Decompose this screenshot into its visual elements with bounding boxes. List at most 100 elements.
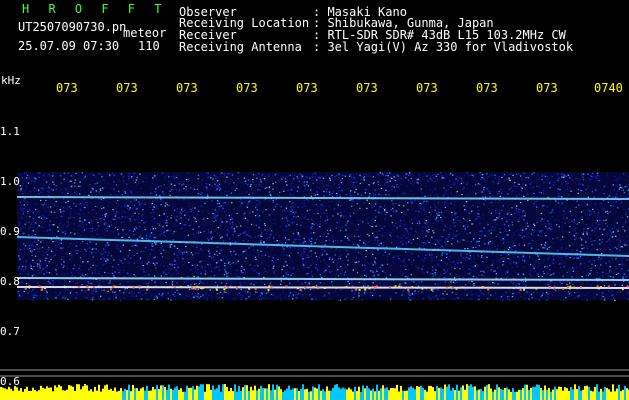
noise-speck [223, 272, 226, 274]
noise-speck [544, 276, 547, 278]
noise-speck [60, 239, 63, 241]
noise-speck [31, 289, 33, 291]
noise-speck [228, 208, 230, 211]
noise-speck [407, 276, 409, 278]
noise-speck [466, 294, 468, 296]
noise-speck [452, 233, 455, 235]
noise-speck [156, 296, 158, 298]
noise-speck [59, 267, 62, 269]
noise-speck [159, 250, 161, 252]
noise-speck [20, 282, 22, 284]
noise-speck [214, 183, 216, 185]
noise-speck [361, 282, 363, 284]
noise-speck [76, 252, 78, 254]
noise-speck [364, 290, 366, 293]
noise-speck [380, 187, 383, 189]
noise-speck [356, 185, 358, 187]
noise-speck [134, 219, 136, 221]
noise-speck [203, 230, 205, 233]
noise-speck [273, 292, 275, 294]
noise-speck [128, 209, 131, 211]
noise-speck [560, 239, 562, 241]
noise-speck [561, 226, 564, 228]
noise-speck [487, 285, 489, 287]
noise-speck [233, 182, 235, 184]
noise-speck [315, 173, 317, 176]
noise-speck [399, 219, 402, 222]
noise-speck [314, 232, 316, 234]
noise-speck [515, 299, 517, 301]
noise-speck [450, 192, 452, 194]
noise-speck [400, 270, 402, 272]
noise-speck [335, 227, 338, 229]
noise-speck [584, 213, 586, 215]
noise-speck [310, 233, 312, 235]
noise-speck [272, 257, 274, 259]
noise-speck [159, 264, 161, 266]
noise-speck [118, 258, 121, 260]
noise-speck [104, 246, 107, 248]
noise-speck [196, 255, 199, 257]
noise-speck [221, 255, 224, 257]
noise-speck [82, 261, 84, 263]
noise-speck [568, 231, 571, 233]
noise-speck [112, 173, 114, 175]
noise-speck [327, 233, 329, 235]
noise-speck [245, 183, 247, 185]
noise-speck [558, 273, 561, 275]
noise-speck [523, 266, 525, 268]
noise-speck [605, 219, 607, 221]
noise-speck [626, 186, 628, 188]
noise-speck [617, 272, 620, 274]
noise-speck [329, 218, 331, 220]
noise-speck [155, 207, 157, 209]
noise-speck [521, 236, 523, 239]
noise-speck [92, 261, 95, 263]
noise-speck [416, 222, 419, 224]
noise-speck [155, 188, 157, 190]
noise-speck [139, 257, 142, 259]
noise-speck [492, 195, 494, 197]
noise-speck [50, 249, 52, 251]
noise-speck [590, 212, 592, 215]
noise-speck [90, 219, 92, 221]
noise-speck [88, 268, 90, 270]
noise-speck [442, 298, 444, 301]
noise-speck [381, 227, 384, 229]
noise-speck [372, 176, 374, 178]
noise-speck [20, 228, 22, 230]
noise-speck [32, 226, 35, 228]
noise-speck [139, 288, 141, 290]
noise-speck [240, 253, 242, 255]
noise-speck [326, 212, 329, 215]
noise-speck [167, 298, 169, 300]
noise-speck [403, 220, 405, 222]
noise-speck [416, 267, 419, 269]
noise-speck [390, 232, 392, 234]
noise-speck [258, 195, 260, 197]
noise-speck [589, 273, 591, 275]
noise-speck [462, 189, 464, 191]
noise-speck [109, 174, 111, 176]
noise-speck [122, 190, 124, 192]
noise-speck [191, 264, 194, 266]
noise-speck [621, 246, 623, 248]
noise-speck [521, 256, 523, 258]
noise-speck [312, 298, 314, 300]
noise-speck [533, 226, 535, 229]
noise-speck [491, 264, 493, 266]
noise-speck [50, 258, 52, 261]
noise-speck [55, 297, 57, 299]
noise-speck [541, 236, 543, 238]
noise-speck [115, 266, 117, 268]
noise-speck [328, 191, 331, 193]
noise-speck [506, 221, 508, 223]
noise-speck [68, 182, 70, 184]
noise-speck [139, 259, 142, 261]
noise-speck [490, 212, 493, 214]
noise-speck [536, 222, 538, 224]
noise-speck [537, 212, 539, 214]
noise-speck [466, 226, 469, 228]
noise-speck [319, 186, 321, 188]
noise-speck [165, 273, 167, 275]
